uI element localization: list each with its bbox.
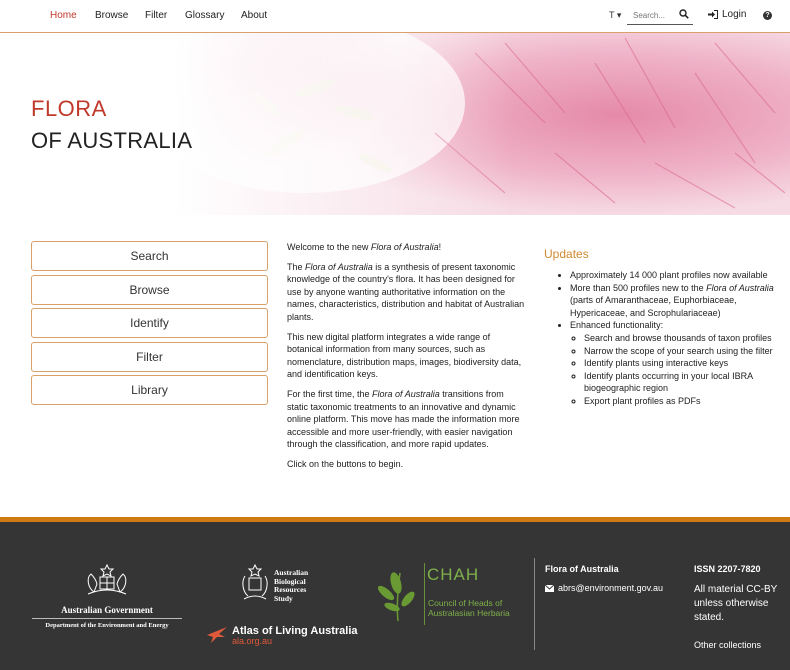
functionality-item: Narrow the scope of your search using th… <box>584 345 784 358</box>
footer-license: All material CC-BY unless otherwise stat… <box>694 584 778 623</box>
update-item: Enhanced functionality: Search and brows… <box>570 319 784 407</box>
footer-issn: ISSN 2207-7820 <box>694 564 761 574</box>
search-input[interactable] <box>627 6 675 25</box>
question-circle-icon[interactable]: ? <box>763 11 772 20</box>
intro-paragraph-2: This new digital platform integrates a w… <box>287 331 522 380</box>
updates-list: Approximately 14 000 plant profiles now … <box>544 269 784 408</box>
coat-of-arms-icon <box>87 563 127 595</box>
chah-name: CHAH <box>427 565 480 584</box>
site-title-flora: FLORA <box>31 96 107 121</box>
chah-subtitle: Council of Heads of Australasian Herbari… <box>428 598 510 618</box>
login-label: Login <box>722 9 747 20</box>
footer-site-name: Flora of Australia <box>545 564 619 574</box>
footer: Australian Government Department of the … <box>0 517 790 670</box>
flower-banner-image <box>175 33 790 215</box>
australian-government-logo[interactable]: Australian Government Department of the … <box>30 562 184 629</box>
browse-button[interactable]: Browse <box>31 275 268 305</box>
functionality-item: Export plant profiles as PDFs <box>584 395 784 408</box>
functionality-item: Identify plants occurring in your local … <box>584 370 784 395</box>
hero-banner: FLORA OF AUSTRALIA <box>0 33 790 215</box>
ala-url: ala.org.au <box>232 636 273 646</box>
functionality-list: Search and browse thousands of taxon pro… <box>570 332 784 408</box>
footer-email-link[interactable]: abrs@environment.gov.au <box>545 583 663 593</box>
gov-divider <box>32 618 182 619</box>
chah-sub-line: Council of Heads of <box>428 598 503 608</box>
library-button[interactable]: Library <box>31 375 268 405</box>
update-item2-italic: Flora of Australia <box>706 282 774 293</box>
nav-browse[interactable]: Browse <box>95 10 128 21</box>
intro-paragraph-1: The Flora of Australia is a synthesis of… <box>287 261 527 324</box>
ala-text: Atlas of Living Australia ala.org.au <box>232 625 358 646</box>
chah-divider <box>424 563 425 625</box>
update-item3-label: Enhanced functionality: <box>570 320 664 331</box>
search-button[interactable]: Search <box>31 241 268 271</box>
intro-paragraph-3: For the first time, the Flora of Austral… <box>287 388 527 451</box>
nav-about[interactable]: About <box>241 10 267 21</box>
welcome-prefix: Welcome to the new <box>287 242 371 252</box>
search-type-dropdown[interactable]: T ▾ <box>609 10 621 21</box>
welcome-italic: Flora of Australia <box>370 242 439 252</box>
functionality-item: Identify plants using interactive keys <box>584 357 784 370</box>
other-collections-link[interactable]: Other collections <box>694 640 761 650</box>
abrs-emblem-icon <box>242 563 268 600</box>
abrs-logo[interactable]: Australian Biological Resources Study <box>240 562 308 604</box>
welcome-suffix: ! <box>438 242 442 252</box>
nav-home[interactable]: Home <box>50 10 77 21</box>
functionality-item: Search and browse thousands of taxon pro… <box>584 332 784 345</box>
top-nav: Home Browse Filter Glossary About T ▾ Lo… <box>0 0 790 33</box>
p3-prefix: For the first time, the <box>287 388 373 399</box>
ala-bird-icon <box>207 627 227 643</box>
footer-divider <box>534 558 535 650</box>
intro-text: Welcome to the new Flora of Australia! T… <box>287 241 527 478</box>
search-type-label: T <box>609 10 615 20</box>
p1-prefix: The <box>287 261 306 272</box>
nav-filter[interactable]: Filter <box>145 10 167 21</box>
footer-email: abrs@environment.gov.au <box>558 583 664 593</box>
gov-name: Australian Government <box>61 605 153 615</box>
p1-italic: Flora of Australia <box>305 261 373 272</box>
update-item: More than 500 profiles new to the Flora … <box>570 282 784 320</box>
search-icon[interactable] <box>679 9 689 19</box>
update-item2-prefix: More than 500 profiles new to the <box>570 282 707 293</box>
gov-department: Department of the Environment and Energy <box>45 622 169 629</box>
p3-italic: Flora of Australia <box>372 388 440 399</box>
ala-logo[interactable]: Atlas of Living Australia ala.org.au <box>205 625 358 646</box>
abrs-text: Australian Biological Resources Study <box>274 568 308 604</box>
intro-paragraph-4: Click on the buttons to begin. <box>287 458 404 469</box>
chah-leaf-icon <box>377 572 415 622</box>
update-item: Approximately 14 000 plant profiles now … <box>570 269 784 282</box>
chah-sub-line: Australasian Herbaria <box>428 608 510 618</box>
envelope-icon <box>545 584 554 592</box>
search-box <box>627 5 693 25</box>
updates-heading: Updates <box>544 247 589 261</box>
filter-button[interactable]: Filter <box>31 342 268 372</box>
identify-button[interactable]: Identify <box>31 308 268 338</box>
login-link[interactable]: Login <box>708 9 746 20</box>
site-title-of-australia: OF AUSTRALIA <box>31 128 193 153</box>
update-item2-rest: (parts of Amaranthaceae, Euphorbiaceae, … <box>570 295 737 318</box>
updates-panel: Updates Approximately 14 000 plant profi… <box>544 247 784 408</box>
sign-in-icon <box>708 10 718 19</box>
abrs-line: Study <box>274 593 293 603</box>
nav-glossary[interactable]: Glossary <box>185 10 224 21</box>
welcome-paragraph: Welcome to the new Flora of Australia! <box>287 241 527 254</box>
